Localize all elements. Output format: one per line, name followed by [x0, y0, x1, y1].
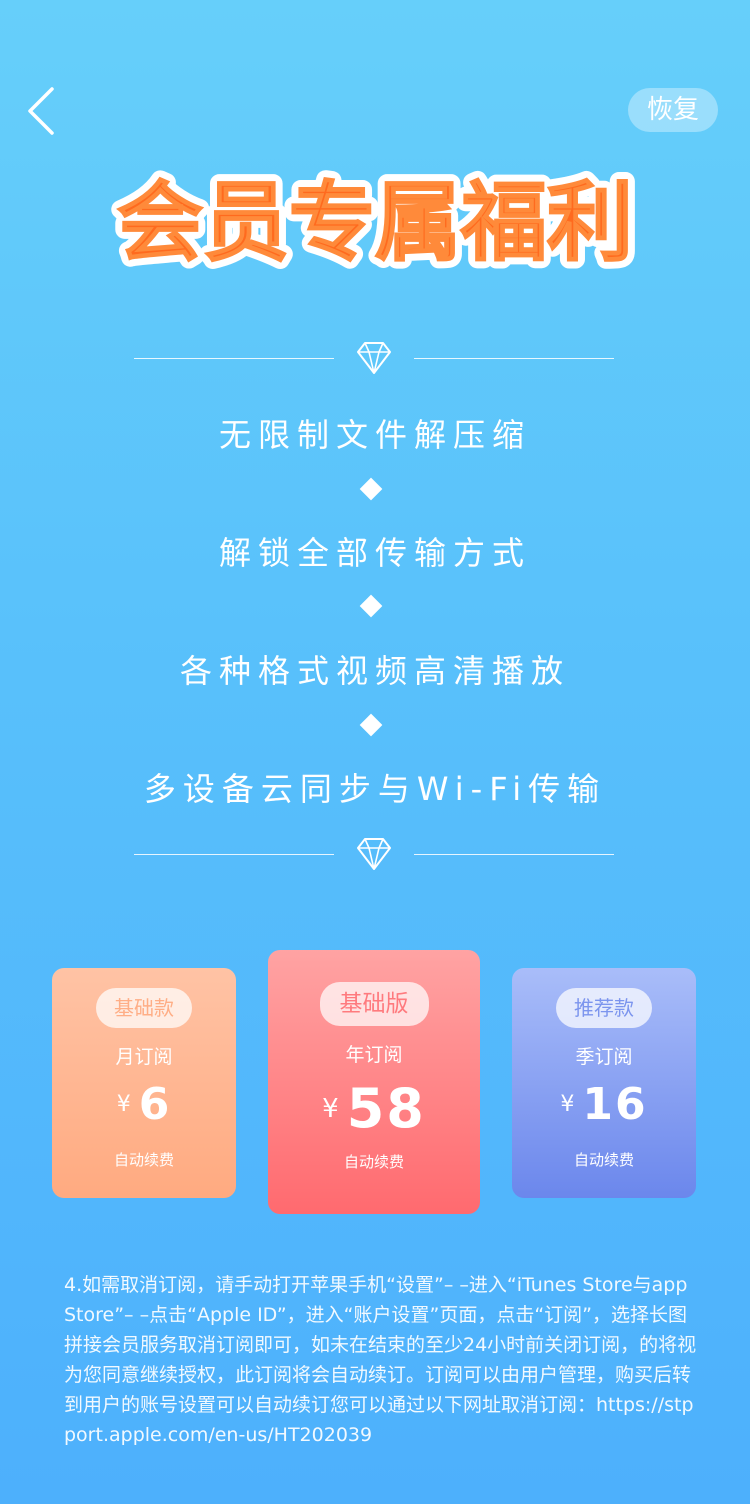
hero-title: 会员专属福利 会员专属福利 [109, 166, 641, 276]
diamond-gem-icon [357, 838, 391, 870]
plan-card-monthly[interactable]: 基础款 月订阅 ¥6 自动续费 [52, 968, 236, 1198]
feature-item: 多设备云同步与Wi-Fi传输 [143, 770, 607, 808]
divider-bottom [134, 834, 614, 874]
restore-button[interactable]: 恢复 [628, 88, 718, 132]
feature-item: 解锁全部传输方式 [218, 534, 531, 572]
plan-price: ¥16 [512, 1079, 696, 1139]
currency-symbol: ¥ [116, 1092, 131, 1117]
plan-name: 月订阅 [115, 1046, 173, 1068]
hero-title-fill: 会员专属福利 [117, 173, 633, 273]
currency-symbol: ¥ [560, 1092, 575, 1117]
divider-line [414, 358, 614, 359]
diamond-separator-icon [359, 477, 383, 501]
plan-badge: 基础款 [96, 988, 192, 1028]
plan-card-yearly[interactable]: 基础版 年订阅 ¥58 自动续费 [268, 950, 480, 1214]
auto-renew-label: 自动续费 [113, 1151, 174, 1169]
plan-name: 季订阅 [575, 1046, 633, 1068]
feature-item: 无限制文件解压缩 [218, 416, 531, 454]
auto-renew-label: 自动续费 [573, 1151, 634, 1169]
diamond-separator-icon [359, 713, 383, 737]
back-button[interactable] [22, 84, 62, 138]
auto-renew-label: 自动续费 [343, 1153, 404, 1171]
plan-name: 年订阅 [345, 1044, 403, 1066]
currency-symbol: ¥ [322, 1093, 339, 1124]
plan-price: ¥6 [52, 1079, 236, 1139]
plan-card-quarterly[interactable]: 推荐款 季订阅 ¥16 自动续费 [512, 968, 696, 1198]
diamond-separator-icon [359, 594, 383, 618]
plan-badge: 推荐款 [556, 988, 652, 1028]
divider-line [134, 854, 334, 855]
divider-line [134, 358, 334, 359]
feature-item: 各种格式视频高清播放 [179, 652, 570, 690]
price-amount: 58 [346, 1077, 426, 1140]
subscription-terms-text: 4.如需取消订阅，请手动打开苹果手机“设置”– –进入“iTunes Store… [64, 1274, 697, 1446]
plan-badge: 基础版 [319, 982, 429, 1026]
divider-line [414, 854, 614, 855]
price-amount: 16 [582, 1079, 648, 1130]
chevron-left-icon [28, 87, 54, 135]
divider-top [134, 338, 614, 378]
plan-price: ¥58 [268, 1077, 480, 1140]
price-amount: 6 [138, 1079, 172, 1130]
diamond-gem-icon [357, 342, 391, 374]
